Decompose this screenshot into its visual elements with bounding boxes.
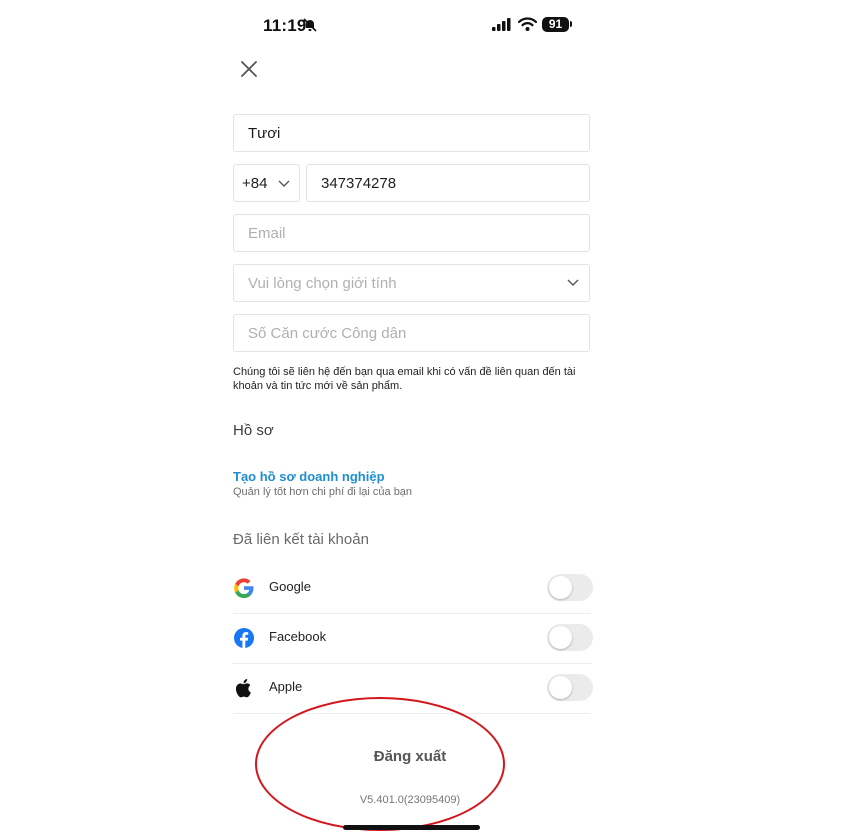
email-field[interactable]: Email	[233, 214, 590, 252]
citizen-id-placeholder: Số Căn cước Công dân	[248, 325, 407, 342]
email-placeholder: Email	[248, 225, 286, 242]
gender-placeholder: Vui lòng chọn giới tính	[248, 275, 397, 292]
wifi-icon	[518, 17, 537, 31]
google-icon	[234, 578, 254, 598]
country-code-value: +84	[242, 175, 268, 192]
google-toggle[interactable]	[547, 574, 593, 601]
linked-account-google: Google	[233, 563, 593, 614]
linked-account-facebook: Facebook	[233, 613, 593, 664]
status-time: 11:19	[263, 16, 307, 35]
name-field[interactable]: Tươi	[233, 114, 590, 152]
cellular-signal-icon	[492, 18, 511, 31]
home-indicator[interactable]	[343, 825, 480, 830]
phone-field[interactable]: 347374278	[306, 164, 590, 202]
chevron-down-icon	[567, 279, 579, 286]
annotation-circle	[255, 697, 505, 831]
apple-icon	[235, 679, 251, 698]
toggle-knob	[549, 576, 572, 599]
toggle-knob	[549, 676, 572, 699]
apple-label: Apple	[269, 679, 303, 694]
gender-select[interactable]: Vui lòng chọn giới tính	[233, 264, 590, 302]
facebook-icon	[234, 628, 254, 648]
phone-value: 347374278	[321, 175, 397, 192]
contact-note: Chúng tôi sẽ liên hệ đến bạn qua email k…	[233, 366, 576, 392]
facebook-toggle[interactable]	[547, 624, 593, 651]
toggle-knob	[549, 626, 572, 649]
facebook-label: Facebook	[269, 629, 327, 644]
create-business-profile-link[interactable]: Tạo hồ sơ doanh nghiệp	[233, 469, 385, 484]
battery-indicator: 91	[542, 17, 569, 32]
country-code-select[interactable]: +84	[233, 164, 300, 202]
chevron-down-icon	[278, 180, 290, 187]
name-value: Tươi	[248, 125, 281, 142]
linked-accounts-heading: Đã liên kết tài khoản	[233, 531, 369, 548]
google-label: Google	[269, 579, 311, 594]
business-profile-subtitle: Quản lý tốt hơn chi phí đi lại của bạn	[233, 486, 413, 498]
citizen-id-field[interactable]: Số Căn cước Công dân	[233, 314, 590, 352]
profile-heading: Hồ sơ	[233, 422, 274, 439]
battery-tip	[570, 21, 572, 27]
silent-bell-icon	[303, 18, 317, 32]
close-icon[interactable]	[237, 57, 261, 81]
apple-toggle[interactable]	[547, 674, 593, 701]
